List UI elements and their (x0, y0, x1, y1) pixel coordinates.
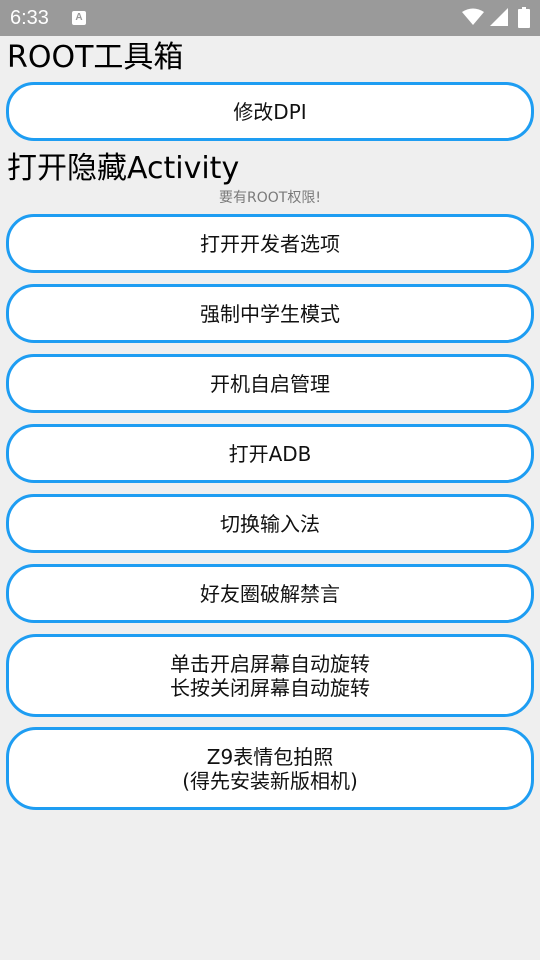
signal-icon (490, 8, 508, 26)
status-bar: 6:33 A (0, 0, 540, 36)
a-notification-letter: A (75, 12, 83, 23)
modify-dpi-button[interactable]: 修改DPI (6, 82, 534, 141)
auto-rotate-line1: 单击开启屏幕自动旋转 (170, 651, 370, 676)
z9-sticker-photo-button[interactable]: Z9表情包拍照 (得先安装新版相机) (6, 727, 534, 810)
auto-rotate-line2: 长按关闭屏幕自动旋转 (170, 675, 370, 700)
unlock-moments-mute-button[interactable]: 好友圈破解禁言 (6, 564, 534, 623)
open-developer-options-button[interactable]: 打开开发者选项 (6, 214, 534, 273)
wifi-icon (462, 8, 484, 25)
root-permission-note: 要有ROOT权限! (219, 190, 321, 206)
status-time: 6:33 (10, 7, 49, 29)
hidden-activity-heading: 打开隐藏Activity (7, 151, 240, 186)
a-notification-icon: A (72, 11, 86, 25)
auto-rotate-button[interactable]: 单击开启屏幕自动旋转 长按关闭屏幕自动旋转 (6, 634, 534, 717)
switch-input-method-button[interactable]: 切换输入法 (6, 494, 534, 553)
force-student-mode-button[interactable]: 强制中学生模式 (6, 284, 534, 343)
open-adb-button[interactable]: 打开ADB (6, 424, 534, 483)
battery-icon (518, 7, 530, 28)
root-tools-heading: ROOT工具箱 (7, 40, 184, 75)
z9-sticker-line2: (得先安装新版相机) (182, 768, 358, 793)
z9-sticker-line1: Z9表情包拍照 (206, 744, 334, 769)
autostart-management-button[interactable]: 开机自启管理 (6, 354, 534, 413)
